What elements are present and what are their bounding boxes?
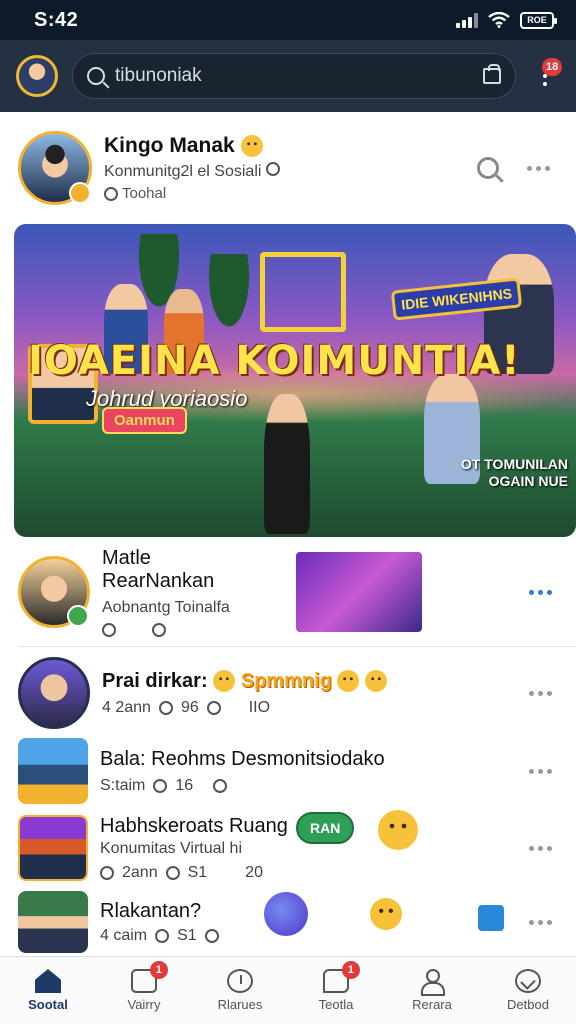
post-title: Rlakantan?	[100, 899, 202, 922]
wink-emoji-icon	[240, 135, 263, 158]
search-icon	[87, 67, 105, 85]
post-avatar[interactable]	[18, 657, 90, 729]
profile-subtitle: Konmunitg2l el Sosiali	[104, 162, 477, 181]
profile-search-icon[interactable]	[477, 157, 499, 179]
nav-badge: 1	[341, 961, 360, 979]
post-item[interactable]: Habhskeroats Ruang Konumitas Virtual hi …	[0, 812, 576, 884]
user-avatar[interactable]	[16, 55, 58, 97]
nav-badge: 1	[149, 961, 168, 979]
like-icon[interactable]	[153, 778, 168, 793]
post-item[interactable]: Prai dirkar: Spmmnig 4 2ann 96 IIO	[0, 655, 576, 731]
status-icons: ROE	[456, 11, 557, 29]
post-item[interactable]: Bala: Reohms Desmonitsiodako S:taim 16	[0, 736, 576, 806]
community-banner[interactable]: IOAEINA KOIMUNTIA! Johrud yoriaosio Oanm…	[14, 224, 576, 537]
menu-button[interactable]: 18	[530, 56, 563, 96]
post-thumbnail[interactable]	[18, 815, 88, 881]
like-icon[interactable]	[155, 928, 170, 943]
online-badge-icon	[67, 605, 89, 627]
more-options-icon[interactable]	[529, 690, 552, 696]
wink-bubble-emoji-icon	[264, 892, 308, 936]
status-bar: S:42 ROE	[0, 0, 576, 40]
profile-name: Kingo Manak	[104, 134, 477, 158]
shopping-bag-icon[interactable]	[483, 64, 501, 84]
post-thumbnail[interactable]	[296, 552, 422, 632]
nav-item-explore[interactable]: Detbod	[480, 957, 576, 1024]
react-icon	[152, 623, 166, 637]
post-subtitle: Aobnantg Toinalfa	[102, 599, 230, 616]
globe-icon	[515, 969, 541, 993]
profile-header[interactable]: Kingo Manak Konmunitg2l el Sosiali Tooha…	[0, 120, 576, 216]
app-icon[interactable]	[478, 905, 504, 931]
clock-icon	[102, 623, 116, 637]
bottom-navigation: Sootal 1 Vairry Rlarues 1 Teotla Rerara …	[0, 956, 576, 1024]
like-icon[interactable]	[158, 700, 173, 715]
more-options-icon[interactable]	[529, 768, 552, 774]
notification-badge: 18	[542, 58, 563, 76]
nav-item-history[interactable]: Rlarues	[192, 957, 288, 1024]
nav-item-social[interactable]: Sootal	[0, 957, 96, 1024]
user-icon	[419, 969, 445, 996]
info-icon	[265, 162, 280, 176]
home-icon	[35, 969, 61, 993]
post-title: Bala: Reohms Desmonitsiodako	[100, 747, 385, 770]
search-input[interactable]: tibunoniak	[115, 65, 473, 87]
top-app-bar: tibunoniak 18	[0, 40, 576, 112]
more-options-icon[interactable]	[529, 589, 552, 595]
banner-pill[interactable]: Oanmun	[102, 407, 187, 434]
nav-label: Detbod	[507, 997, 549, 1012]
clock-icon	[104, 186, 118, 201]
post-avatar[interactable]	[18, 556, 90, 628]
more-options-icon[interactable]	[529, 845, 552, 851]
status-time: S:42	[34, 8, 79, 31]
party-emoji-icon	[378, 810, 418, 850]
post-title: Prai dirkar: Spmmnig	[102, 670, 529, 693]
comment-icon[interactable]	[213, 778, 228, 793]
banner-headline: IOAEINA KOIMUNTIA!	[28, 338, 521, 384]
banner-frame-illustration	[260, 252, 346, 332]
clock-icon	[100, 865, 114, 880]
more-options-icon[interactable]	[527, 165, 550, 171]
profile-avatar[interactable]	[18, 131, 92, 205]
search-bar[interactable]: tibunoniak	[72, 53, 516, 99]
nav-item-chat[interactable]: 1 Teotla	[288, 957, 384, 1024]
post-thumbnail[interactable]	[18, 738, 88, 804]
comment-icon[interactable]	[206, 700, 221, 715]
post-item[interactable]: Matle RearNankan Aobnantg Toinalfa	[0, 547, 576, 637]
chat-bubble-icon[interactable]: RAN	[296, 812, 355, 844]
nav-label: Vairry	[127, 997, 161, 1012]
nav-label: Sootal	[28, 997, 68, 1012]
nav-label: Rerara	[412, 997, 452, 1012]
signal-icon	[456, 12, 478, 28]
post-title: Matle RearNankan	[102, 547, 215, 592]
nav-label: Teotla	[318, 997, 354, 1012]
wifi-icon	[488, 12, 510, 28]
nav-item-inbox[interactable]: 1 Vairry	[96, 957, 192, 1024]
like-icon[interactable]	[165, 865, 180, 880]
battery-icon: ROE	[520, 11, 557, 29]
profile-meta: Toohal	[104, 185, 477, 202]
comment-icon[interactable]	[204, 928, 219, 943]
nav-label: Rlarues	[217, 997, 263, 1012]
banner-corner-text: OT TOMUNILAN OGAIN NUE	[460, 456, 568, 489]
smile-emoji-icon	[370, 898, 402, 930]
post-thumbnail[interactable]	[18, 891, 88, 953]
more-options-icon[interactable]	[529, 919, 552, 925]
clock-icon	[227, 969, 253, 993]
nav-item-profile[interactable]: Rerara	[384, 957, 480, 1024]
verified-badge-icon	[69, 182, 91, 204]
